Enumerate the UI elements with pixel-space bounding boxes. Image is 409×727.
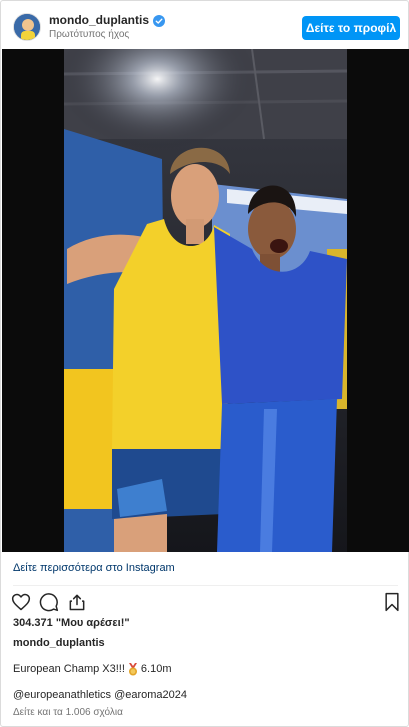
caption-line-1: European Champ X3!!! 6.10m [13,662,171,676]
share-icon[interactable] [67,592,87,612]
username-row: mondo_duplantis [49,13,165,27]
likes-count[interactable]: 304.371 "Μου αρέσει!" [13,616,130,630]
instagram-embed-card: mondo_duplantis Πρωτότυπος ήχος Δείτε το… [0,0,409,727]
caption-text: European Champ X3!!! [13,663,125,675]
divider [13,585,398,586]
user-block: mondo_duplantis Πρωτότυπος ήχος [49,13,165,41]
post-header: mondo_duplantis Πρωτότυπος ήχος Δείτε το… [1,1,408,49]
caption-value: 6.10m [140,663,172,675]
audio-label[interactable]: Πρωτότυπος ήχος [49,29,165,41]
view-more-on-instagram-link[interactable]: Δείτε περισσότερα στο Instagram [13,561,175,575]
comment-icon[interactable] [39,592,59,612]
verified-badge-icon [153,14,165,27]
video-frame [2,49,409,552]
view-comments-link[interactable]: Δείτε και τα 1.006 σχόλια [13,707,123,719]
bookmark-icon[interactable] [382,592,402,612]
caption-line-2[interactable]: @europeanathletics @earoma2024 [13,688,187,702]
heart-icon[interactable] [11,592,31,612]
post-video[interactable] [2,49,409,552]
action-bar [11,592,87,612]
profile-avatar[interactable] [13,13,41,41]
view-profile-button[interactable]: Δείτε το προφίλ [302,16,400,40]
medal-icon [127,662,139,676]
caption-username[interactable]: mondo_duplantis [13,636,105,650]
username[interactable]: mondo_duplantis [49,13,149,27]
